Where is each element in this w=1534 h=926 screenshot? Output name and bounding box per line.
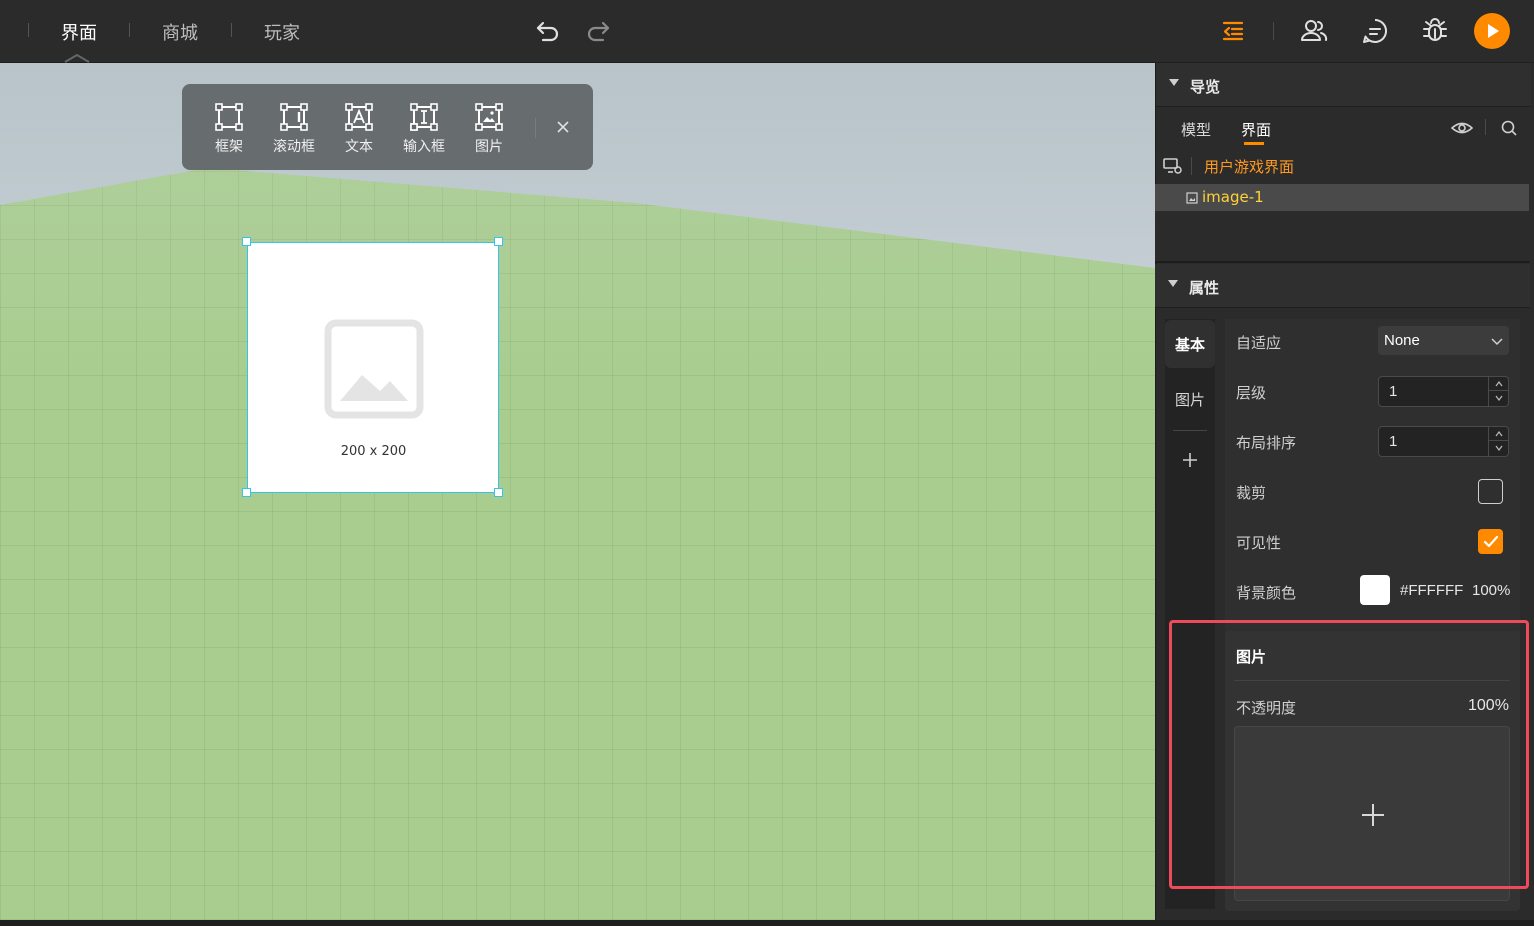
widget-input-button[interactable]: 输入框 [396, 102, 452, 156]
side-tab-basic[interactable]: 基本 [1165, 320, 1215, 368]
chevron-down-icon [1495, 395, 1502, 401]
widget-image-label: 图片 [475, 139, 503, 155]
play-button[interactable] [1474, 13, 1510, 49]
widget-frame-label: 框架 [215, 139, 243, 155]
adaptive-label: 自适应 [1236, 334, 1282, 352]
close-icon[interactable] [557, 121, 569, 133]
tree-root-row[interactable]: 用户游戏界面 [1155, 150, 1530, 182]
step-down-button[interactable] [1489, 441, 1508, 455]
tree-item-label: image-1 [1202, 188, 1264, 206]
collapse-chevron-icon[interactable] [62, 52, 92, 63]
tab-shop[interactable]: 商城 [162, 19, 198, 45]
frame-icon [215, 103, 243, 131]
bg-color-label: 背景颜色 [1236, 584, 1297, 602]
widget-input-label: 输入框 [403, 139, 445, 155]
active-tab-underline [1244, 142, 1264, 145]
eye-icon[interactable] [1451, 119, 1473, 137]
tree-root-label: 用户游戏界面 [1204, 158, 1295, 176]
chat-icon[interactable] [1358, 14, 1392, 48]
bg-color-hex[interactable]: #FFFFFF [1400, 582, 1463, 599]
text-icon [345, 103, 373, 131]
clip-label: 裁剪 [1236, 484, 1267, 502]
resize-handle[interactable] [494, 237, 503, 246]
widget-image-button[interactable]: 图片 [461, 102, 517, 156]
clip-checkbox[interactable] [1478, 479, 1503, 504]
scene-viewport[interactable]: 框架 滚动框 文本 输入框 图片 200 x 200 [0, 63, 1155, 920]
step-down-button[interactable] [1489, 391, 1508, 405]
add-tab-icon[interactable] [1181, 451, 1199, 469]
plus-icon [1362, 804, 1384, 826]
top-bar: 界面 商城 玩家 [0, 0, 1534, 63]
step-up-button[interactable] [1489, 377, 1508, 391]
check-icon [1483, 535, 1498, 547]
properties-title: 属性 [1189, 279, 1220, 297]
opacity-label: 不透明度 [1236, 699, 1297, 717]
ui-root-icon [1163, 158, 1182, 174]
tab-separator [129, 23, 130, 37]
properties-header[interactable]: 属性 [1155, 264, 1530, 308]
adaptive-select[interactable]: None [1378, 326, 1509, 355]
layout-order-stepper[interactable] [1378, 426, 1509, 457]
opacity-value[interactable]: 100% [1468, 697, 1509, 715]
tree-item-image[interactable]: image-1 [1155, 184, 1529, 211]
tab-ui-nav[interactable]: 界面 [1241, 119, 1271, 140]
visible-label: 可见性 [1236, 534, 1282, 552]
tab-players[interactable]: 玩家 [264, 19, 300, 45]
layer-input[interactable] [1379, 377, 1489, 406]
tab-ui[interactable]: 界面 [61, 19, 97, 45]
image-node-icon [1186, 192, 1198, 204]
play-icon [1488, 24, 1499, 38]
image-upload-area[interactable] [1234, 726, 1510, 901]
layer-label: 层级 [1236, 384, 1267, 402]
outline-toggle-icon[interactable] [1216, 14, 1250, 48]
widget-scroll-button[interactable]: 滚动框 [266, 102, 322, 156]
visible-checkbox[interactable] [1478, 529, 1503, 554]
resize-handle[interactable] [242, 237, 251, 246]
image-placeholder-icon [324, 319, 424, 419]
resize-handle[interactable] [242, 488, 251, 497]
tab-separator [28, 23, 29, 37]
users-icon[interactable] [1297, 14, 1331, 48]
widget-text-button[interactable]: 文本 [331, 102, 387, 156]
widget-toolbar: 框架 滚动框 文本 输入框 图片 [182, 84, 593, 170]
chevron-up-icon [1495, 380, 1502, 386]
search-icon[interactable] [1500, 119, 1518, 137]
scroll-frame-icon [280, 103, 308, 131]
bug-icon[interactable] [1418, 14, 1452, 48]
chevron-down-icon [1491, 338, 1503, 346]
bg-color-opacity[interactable]: 100% [1472, 582, 1510, 599]
step-up-button[interactable] [1489, 427, 1508, 441]
adaptive-value: None [1384, 332, 1420, 349]
collapse-arrow-icon [1169, 79, 1179, 86]
layout-order-label: 布局排序 [1236, 434, 1297, 452]
chevron-down-icon [1495, 445, 1502, 451]
tab-separator [231, 23, 232, 37]
chevron-up-icon [1495, 430, 1502, 436]
undo-icon[interactable] [531, 14, 565, 48]
widget-scroll-label: 滚动框 [273, 139, 315, 155]
size-tag: 200 x 200 [339, 440, 408, 463]
collapse-arrow-icon [1168, 280, 1178, 287]
layout-order-input[interactable] [1379, 427, 1489, 456]
navigator-title: 导览 [1190, 78, 1221, 96]
redo-icon[interactable] [581, 14, 615, 48]
tab-model[interactable]: 模型 [1181, 119, 1211, 140]
toolbar-separator [1273, 22, 1274, 40]
input-icon [410, 103, 438, 131]
resize-handle[interactable] [494, 488, 503, 497]
image-section-title: 图片 [1236, 648, 1267, 666]
widget-text-label: 文本 [345, 139, 373, 155]
bg-color-swatch[interactable] [1360, 575, 1390, 605]
layer-stepper[interactable] [1378, 376, 1509, 407]
widget-frame-button[interactable]: 框架 [201, 102, 257, 156]
image-icon [475, 103, 503, 131]
navigator-header[interactable]: 导览 [1156, 63, 1531, 107]
side-tab-image[interactable]: 图片 [1165, 375, 1215, 423]
